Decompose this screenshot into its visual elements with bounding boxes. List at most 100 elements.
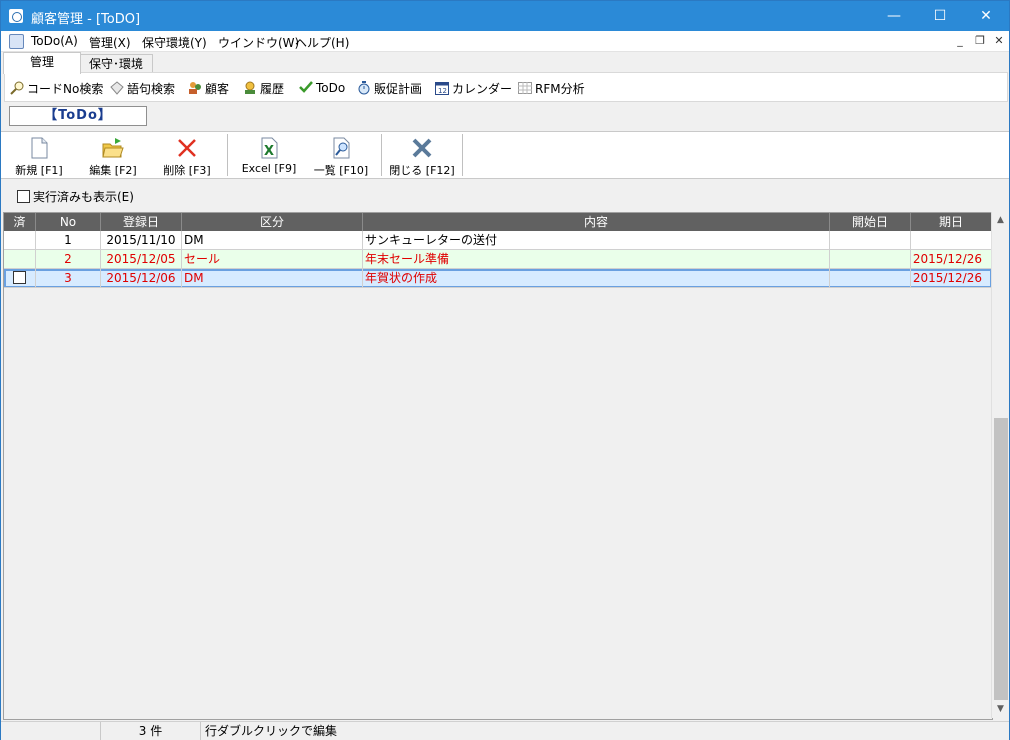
new-button-label: 新規 [F1] [15,164,63,177]
cell-due: 2015/12/26 [911,250,992,269]
header-start[interactable]: 開始日 [830,213,911,231]
check-icon [299,80,313,94]
nav-rfm-label: RFM分析 [535,82,585,96]
title-bar[interactable]: 顧客管理 - [ToDO] — ☐ ✕ [1,1,1009,31]
header-category[interactable]: 区分 [182,213,363,231]
nav-code-search[interactable]: コードNo検索 [10,80,103,97]
cell-category: DM [182,231,363,250]
nav-todo-label: ToDo [316,81,346,95]
list-button-label: 一覧 [F10] [313,164,369,177]
diamond-icon [110,81,124,95]
nav-customer[interactable]: 顧客 [188,80,229,97]
show-done-checkbox-box[interactable] [17,190,30,203]
nav-rfm[interactable]: RFM分析 [518,80,585,97]
cell-start [830,250,911,269]
people-icon [188,81,202,95]
svg-text:12: 12 [438,87,447,95]
toolbar-separator [227,134,228,176]
nav-todo[interactable]: ToDo [299,80,345,95]
close-icon[interactable]: ✕ [963,1,1009,31]
cell-done[interactable] [4,250,36,269]
svg-text:X: X [264,144,274,159]
nav-promotion[interactable]: 販促計画 [357,80,422,97]
cell-done[interactable] [4,231,36,250]
scroll-down-icon[interactable]: ▼ [992,701,1009,718]
close-button[interactable]: 閉じる [F12] [387,134,457,177]
cell-content: サンキューレターの送付 [363,231,830,250]
mdi-restore-icon[interactable]: ❐ [972,34,988,47]
nav-bar: コードNo検索 語句検索 顧客 履歴 ToDo 販促計画 12 カレンダー RFM… [4,72,1008,102]
show-done-label: 実行済みも表示(E) [33,190,134,204]
edit-button[interactable]: 編集 [F2] [81,134,145,177]
cell-category: セール [182,250,363,269]
tab-manage[interactable]: 管理 [3,52,81,74]
new-button[interactable]: 新規 [F1] [9,134,69,177]
table-row-selected[interactable]: 3 2015/12/06 DM 年賀状の作成 2015/12/26 [4,269,992,288]
excel-button[interactable]: X Excel [F9] [237,134,301,176]
minimize-icon[interactable]: — [871,1,917,31]
status-bar: 3 件 行ダブルクリックで編集 [1,721,1009,740]
tab-strip: 管理 保守･環境 [1,52,1009,74]
magnifier-icon [10,81,24,95]
cell-category: DM [182,269,363,288]
tab-maintenance[interactable]: 保守･環境 [79,54,153,73]
cell-registered: 2015/12/05 [101,250,182,269]
menu-manage[interactable]: 管理(X) [89,34,131,51]
menu-bar: ToDo(A) 管理(X) 保守環境(Y) ウインドウ(W) ヘルプ(H) _ … [1,31,1009,52]
header-done[interactable]: 済 [4,213,36,231]
maximize-icon[interactable]: ☐ [917,1,963,31]
mdi-close-icon[interactable]: ✕ [991,34,1007,47]
header-registered[interactable]: 登録日 [101,213,182,231]
section-label: 【ToDo】 [9,106,147,126]
nav-promotion-label: 販促計画 [374,82,423,96]
status-count: 3 件 [101,722,201,740]
show-done-checkbox[interactable]: 実行済みも表示(E) [17,188,134,204]
nav-history[interactable]: 履歴 [243,80,284,97]
todo-grid[interactable]: 済 No 登録日 区分 内容 開始日 期日 1 2015/11/10 DM サン… [3,212,993,720]
table-row[interactable]: 1 2015/11/10 DM サンキューレターの送付 [4,231,992,250]
stopwatch-icon [357,81,371,95]
done-checkbox[interactable] [13,271,26,284]
delete-button-label: 削除 [F3] [163,164,211,177]
scroll-thumb[interactable] [994,418,1008,700]
toolbar-separator [462,134,463,176]
nav-code-search-label: コードNo検索 [27,82,104,96]
cell-done[interactable] [4,269,36,288]
nav-history-label: 履歴 [260,82,285,96]
menu-maintenance[interactable]: 保守環境(Y) [142,34,207,51]
header-no[interactable]: No [36,213,101,231]
delete-x-icon [175,136,199,160]
table-row[interactable]: 2 2015/12/05 セール 年末セール準備 2015/12/26 [4,250,992,269]
app-icon[interactable] [9,9,23,23]
menu-todo[interactable]: ToDo(A) [31,34,78,48]
nav-word-search[interactable]: 語句検索 [110,80,175,97]
header-content[interactable]: 内容 [363,213,830,231]
menu-window[interactable]: ウインドウ(W) [218,34,299,51]
delete-button[interactable]: 削除 [F3] [155,134,219,177]
vertical-scrollbar[interactable]: ▲ ▼ [991,212,1009,718]
cell-start [830,269,911,288]
open-folder-icon [101,136,125,160]
scroll-up-icon[interactable]: ▲ [992,212,1009,229]
list-button[interactable]: 一覧 [F10] [309,134,373,177]
toolbar: 新規 [F1] 編集 [F2] 削除 [F3] X Excel [F9] 一覧 … [1,131,1009,179]
close-button-label: 閉じる [F12] [389,164,455,177]
cell-content: 年賀状の作成 [363,269,830,288]
menu-help[interactable]: ヘルプ(H) [295,34,349,51]
cell-content: 年末セール準備 [363,250,830,269]
cell-registered: 2015/11/10 [101,231,182,250]
cell-no: 3 [36,269,101,288]
cell-start [830,231,911,250]
nav-calendar[interactable]: 12 カレンダー [435,80,512,97]
mdi-app-icon[interactable] [9,34,24,49]
mdi-minimize-icon[interactable]: _ [952,34,968,47]
nav-word-search-label: 語句検索 [127,82,176,96]
grid-header: 済 No 登録日 区分 内容 開始日 期日 [4,213,992,231]
nav-calendar-label: カレンダー [452,82,513,96]
preview-icon [329,136,353,160]
close-x-icon [410,136,434,160]
header-due[interactable]: 期日 [911,213,992,231]
calendar-icon: 12 [435,81,449,95]
edit-button-label: 編集 [F2] [89,164,137,177]
cell-due: 2015/12/26 [911,269,992,288]
